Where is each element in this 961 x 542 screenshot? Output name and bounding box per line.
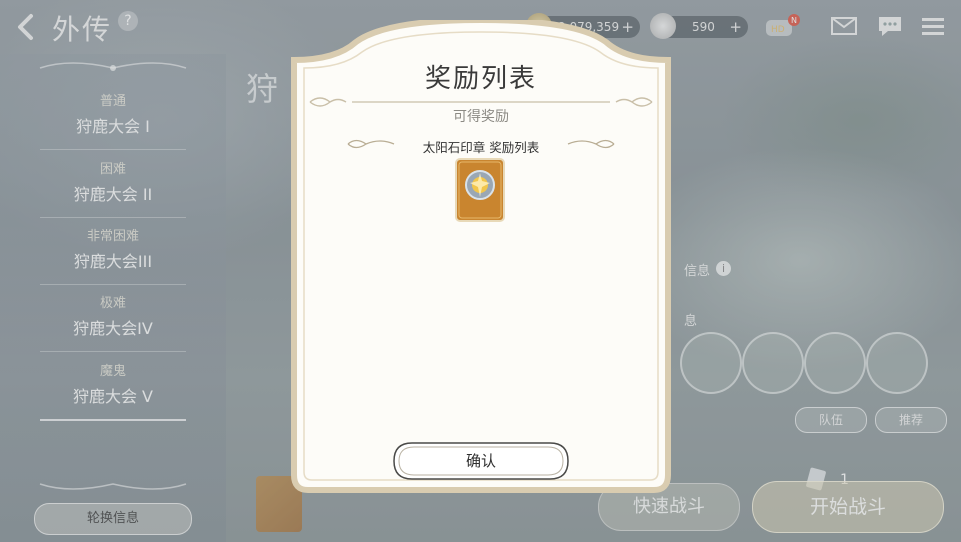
confirm-button[interactable]: 确认 [392,441,570,481]
reward-list-header: 太阳石印章 奖励列表 [422,140,540,155]
sunstone-seal-reward-icon[interactable] [454,157,506,223]
modal-subtitle: 可得奖励 [453,109,509,125]
reward-list-modal: 奖励列表 可得奖励 太阳石印章 奖励列表 确认 [276,20,686,499]
modal-title: 奖励列表 [424,64,537,94]
